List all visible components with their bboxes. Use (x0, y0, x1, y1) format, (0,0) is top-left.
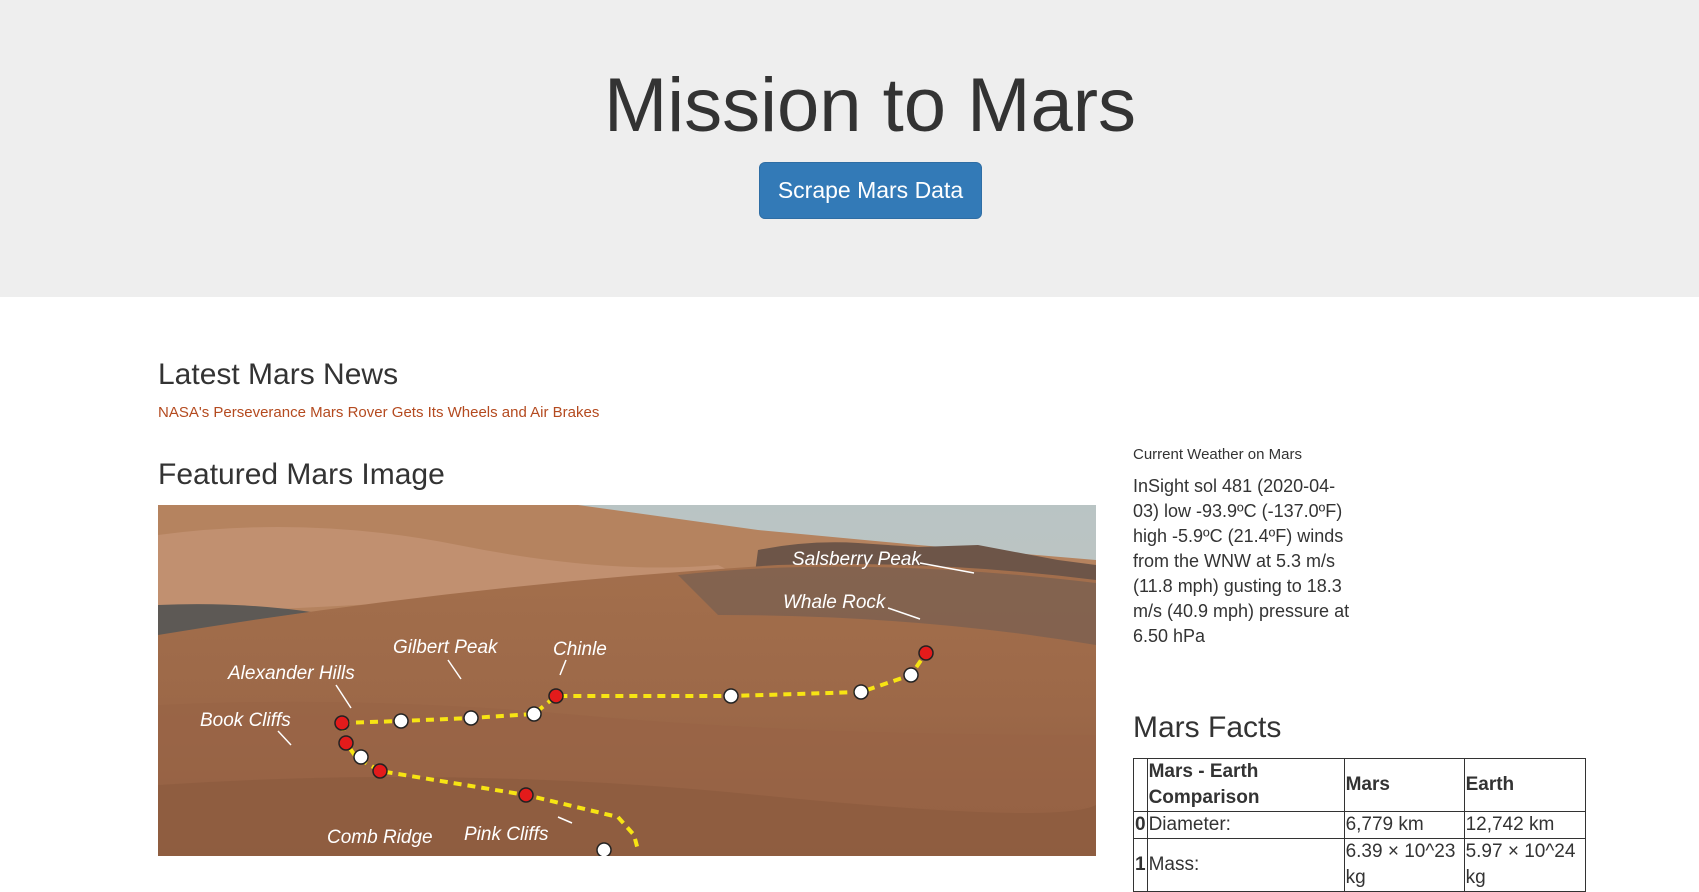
table-header-row: Mars - Earth Comparison Mars Earth (1133, 758, 1586, 812)
label-salsberry-peak: Salsberry Peak (792, 549, 922, 570)
mars-facts-table: Mars - Earth Comparison Mars Earth 0 Dia… (1133, 758, 1586, 892)
table-cell-earth: 5.97 × 10^24 kg (1463, 838, 1586, 892)
featured-image-heading: Featured Mars Image (158, 458, 445, 491)
featured-mars-image[interactable]: Salsberry Peak Whale Rock Gilbert Peak C… (158, 505, 1096, 856)
scrape-mars-data-button[interactable]: Scrape Mars Data (759, 162, 982, 219)
table-cell-earth: 12,742 km (1463, 811, 1586, 839)
table-cell-index: 0 (1133, 811, 1148, 839)
jumbotron: Mission to Mars Scrape Mars Data (0, 0, 1699, 297)
table-header-index (1133, 758, 1148, 812)
page-title: Mission to Mars (603, 63, 1137, 148)
label-chinle: Chinle (553, 639, 607, 660)
table-cell-mars: 6,779 km (1343, 811, 1465, 839)
news-headline-link[interactable]: NASA's Perseverance Mars Rover Gets Its … (158, 404, 599, 421)
table-cell-attribute: Mass: (1146, 838, 1345, 892)
weather-report: InSight sol 481 (2020-04-03) low -93.9ºC… (1133, 476, 1350, 646)
latest-news-heading: Latest Mars News (158, 358, 399, 391)
label-book-cliffs: Book Cliffs (200, 710, 291, 731)
table-cell-mars: 6.39 × 10^23 kg (1343, 838, 1465, 892)
mars-facts-heading: Mars Facts (1133, 711, 1282, 744)
table-cell-index: 1 (1133, 838, 1148, 892)
weather-heading: Current Weather on Mars (1133, 446, 1302, 463)
label-alexander-hills: Alexander Hills (227, 663, 355, 684)
table-cell-attribute: Diameter: (1146, 811, 1345, 839)
table-row: 1 Mass: 6.39 × 10^23 kg 5.97 × 10^24 kg (1133, 838, 1586, 892)
table-header-comparison: Mars - Earth Comparison (1146, 758, 1345, 812)
label-comb-ridge: Comb Ridge (327, 827, 433, 848)
table-header-earth: Earth (1463, 758, 1586, 812)
table-row: 0 Diameter: 6,779 km 12,742 km (1133, 811, 1586, 839)
label-gilbert-peak: Gilbert Peak (393, 637, 499, 658)
table-header-mars: Mars (1343, 758, 1465, 812)
label-whale-rock: Whale Rock (783, 592, 887, 613)
label-pink-cliffs: Pink Cliffs (464, 824, 549, 845)
